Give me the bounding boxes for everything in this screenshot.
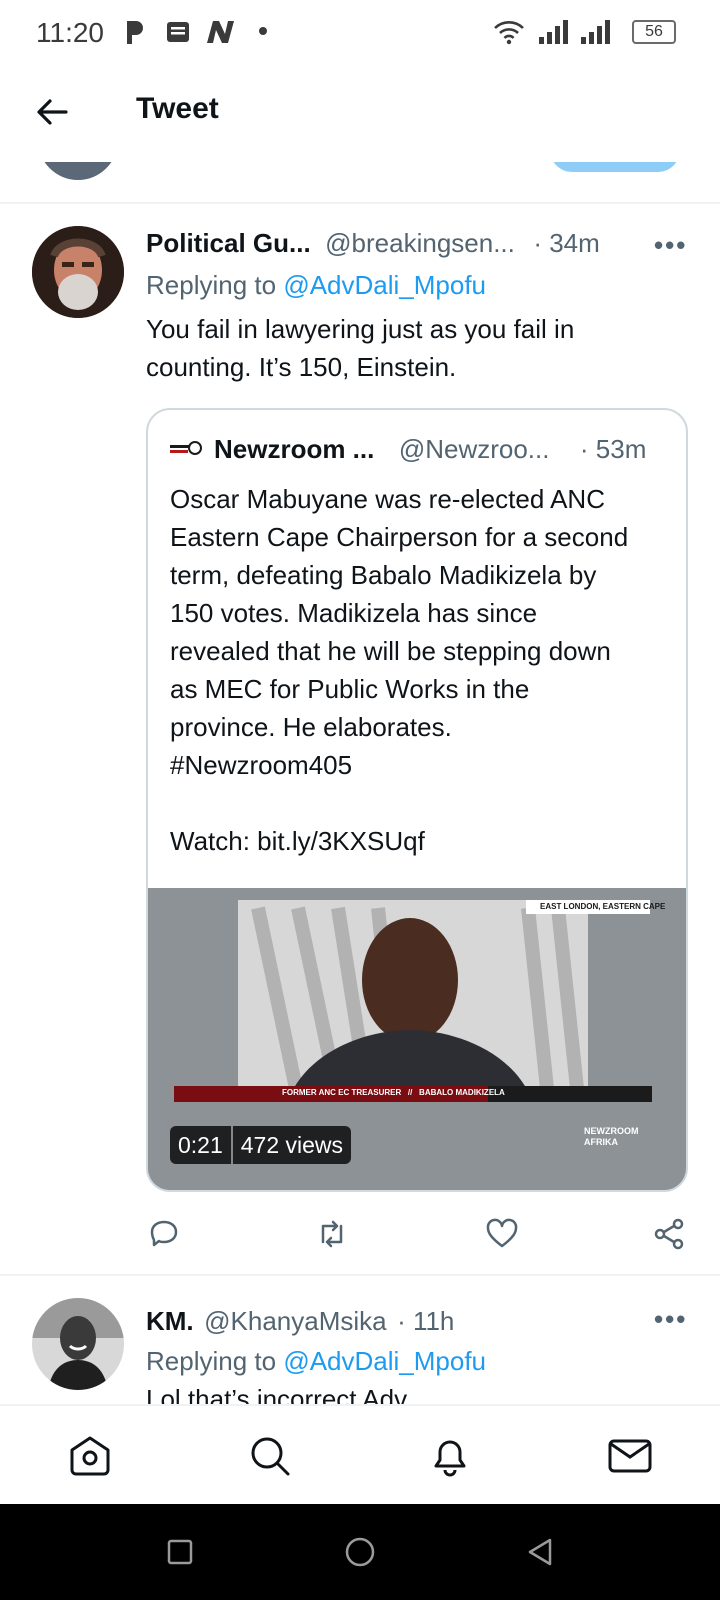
heart-icon[interactable] [484, 1216, 520, 1252]
tweet-author-handle[interactable]: @KhanyaMsika [204, 1306, 386, 1336]
bell-icon[interactable] [426, 1432, 474, 1480]
wifi-icon [494, 21, 524, 45]
avatar[interactable] [32, 226, 124, 318]
video-views: 472 views [240, 1131, 344, 1158]
home-icon[interactable] [66, 1432, 114, 1480]
replying-to-link[interactable]: @AdvDali_Mpofu [283, 1346, 486, 1376]
quoted-author-name[interactable]: Newzroom ... [214, 434, 374, 464]
more-options-icon[interactable]: ••• [654, 1304, 687, 1335]
back-triangle-icon[interactable] [524, 1536, 556, 1568]
status-bar: 11:20 56 [0, 0, 720, 62]
video-lower-third: FORMER ANC EC TREASURER // BABALO MADIKI… [282, 1088, 505, 1097]
tweet-text: Lol that’s incorrect Adv [146, 1384, 408, 1404]
video-duration-badge: 0:21 472 views [170, 1126, 352, 1164]
dot-icon [259, 27, 267, 35]
recent-apps-icon[interactable] [166, 1538, 194, 1566]
replying-to-link[interactable]: @AdvDali_Mpofu [283, 270, 486, 300]
battery-icon: 56 [632, 20, 676, 44]
signal-icon-1 [539, 20, 568, 44]
tweet-time[interactable]: · 34m [533, 228, 599, 258]
quoted-text: Oscar Mabuyane was re-elected ANC Easter… [170, 484, 629, 856]
parking-app-icon [127, 21, 143, 44]
quoted-tweet[interactable]: Newzroom ... @Newzroo... · 53m Oscar Mab… [146, 408, 688, 1192]
bottom-navigation [0, 1404, 720, 1504]
video-location-tag: EAST LONDON, EASTERN CAPE [540, 902, 666, 911]
tweet-text: You fail in lawyering just as you fail i… [146, 314, 575, 382]
share-icon[interactable] [652, 1216, 688, 1252]
video-duration: 0:21 [178, 1131, 223, 1158]
video-watermark: NEWZROOM AFRIKA [584, 1126, 639, 1147]
n-app-icon [207, 21, 234, 43]
header: Tweet [0, 62, 720, 162]
system-navigation-bar [0, 1504, 720, 1600]
news-app-icon [167, 22, 189, 42]
tweet-author-handle[interactable]: @breakingsen... [325, 228, 515, 258]
retweet-icon[interactable] [314, 1216, 350, 1252]
signal-icon-2 [581, 20, 610, 44]
page-title: Tweet [136, 92, 219, 125]
status-time: 11:20 [36, 17, 104, 48]
quoted-time: · 53m [579, 434, 647, 464]
divider [0, 1274, 720, 1276]
video-player[interactable]: EAST LONDON, EASTERN CAPE FORMER ANC EC … [148, 888, 686, 1190]
more-options-icon[interactable]: ••• [654, 230, 687, 261]
tweet-author-name[interactable]: Political Gu... [146, 228, 311, 258]
replying-to: Replying to @AdvDali_Mpofu [146, 270, 486, 301]
quoted-author-handle[interactable]: @Newzroo... [399, 434, 550, 464]
tweet-text-clip: Lol that’s incorrect Adv [146, 1380, 686, 1404]
home-circle-icon[interactable] [344, 1536, 376, 1568]
divider [0, 202, 720, 204]
replying-prefix: Replying to [146, 1346, 277, 1376]
avatar[interactable] [32, 1298, 124, 1390]
newzroom-logo-icon [170, 438, 202, 462]
reply-icon[interactable] [146, 1216, 182, 1252]
avatar-image [32, 1298, 124, 1390]
tweet-author-name[interactable]: KM. [146, 1306, 194, 1336]
arrow-left-icon[interactable] [32, 92, 72, 132]
replying-to: Replying to @AdvDali_Mpofu [146, 1346, 486, 1377]
replying-prefix: Replying to [146, 270, 277, 300]
search-icon[interactable] [246, 1432, 294, 1480]
avatar-image [32, 226, 124, 318]
mail-icon[interactable] [606, 1432, 654, 1480]
battery-level: 56 [645, 23, 663, 40]
tweet-time[interactable]: · 11h [397, 1306, 454, 1336]
